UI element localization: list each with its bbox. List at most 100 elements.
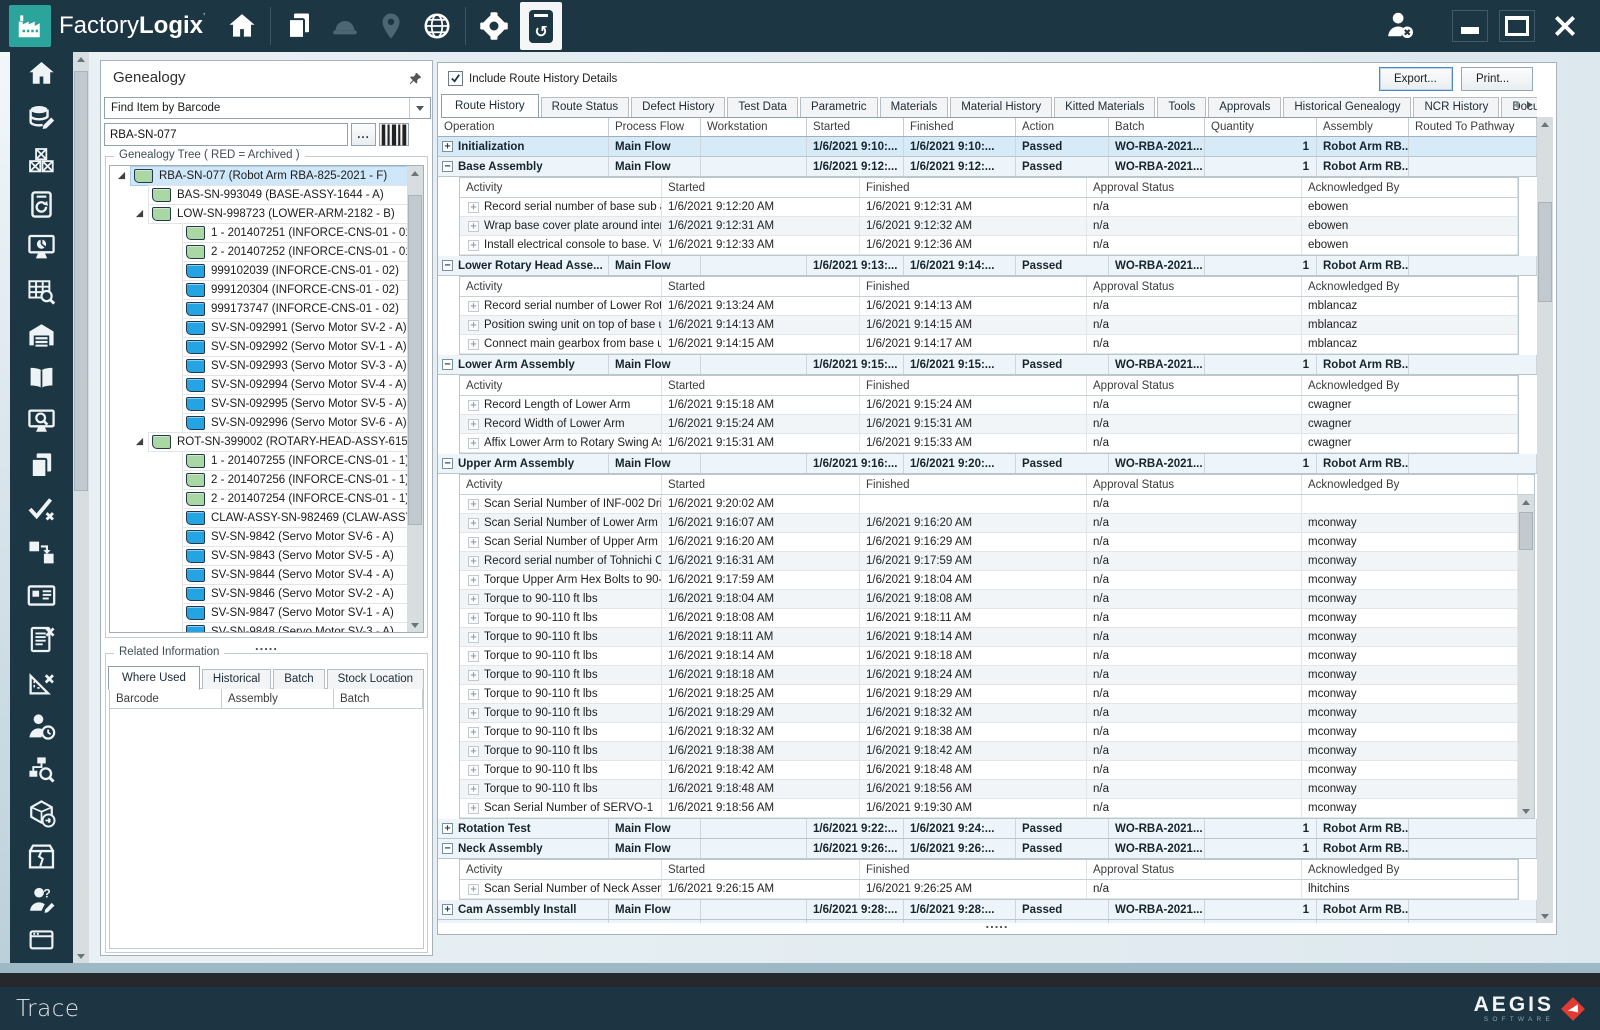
column-header[interactable]: Finished [860,376,1087,395]
column-header[interactable]: Approval Status [1087,860,1302,879]
tree-item[interactable]: 1 - 201407255 (INFORCE-CNS-01 - 1) [110,451,408,471]
sidebar-item-table-search[interactable] [10,270,73,314]
expander-icon[interactable]: + [468,201,479,213]
sidebar-item-trace-history[interactable] [10,183,73,227]
column-header[interactable]: Process Flow [609,117,701,136]
operation-row[interactable]: + Initialization Main Flow 1/6/2021 9:10:..… [438,137,1537,157]
tree-item[interactable]: 2 - 201407252 (INFORCE-CNS-01 - 01) [110,242,408,262]
tab-material-history[interactable]: Material History [950,97,1053,117]
sidebar-item-box-transfer[interactable] [10,531,73,575]
scroll-up-icon[interactable] [1518,495,1534,510]
column-header[interactable]: Started [662,178,860,197]
expander-icon[interactable]: + [468,418,479,430]
activity-row[interactable]: + Record Length of Lower Arm 1/6/2021 9:15… [460,396,1518,415]
tab-scroll-left-icon[interactable] [1514,101,1519,109]
column-header[interactable]: Assembly [222,689,334,708]
sidebar-item-database-edit[interactable] [10,96,73,140]
sidebar-scrollbar[interactable] [73,52,89,963]
tree-item[interactable]: SV-SN-092993 (Servo Motor SV-3 - A) [110,356,408,376]
sidebar-item-home[interactable] [10,52,73,96]
column-header[interactable]: Barcode [110,689,222,708]
sidebar-item-person-edit[interactable]: ? [10,879,73,923]
column-header[interactable]: Started [662,860,860,879]
column-header[interactable]: Batch [1109,117,1205,136]
user-logout-icon[interactable] [1385,10,1415,43]
column-header[interactable]: Finished [860,860,1087,879]
tree-item[interactable]: SV-SN-092995 (Servo Motor SV-5 - A) [110,394,408,414]
expander-icon[interactable]: + [468,726,479,738]
tree-item[interactable]: 2 - 201407254 (INFORCE-CNS-01 - 1) [110,489,408,509]
column-header[interactable]: Acknowledged By [1302,860,1518,879]
sidebar-item-box-arrow[interactable] [10,792,73,836]
column-header[interactable]: Approval Status [1087,277,1302,296]
expander-icon[interactable]: + [468,764,479,776]
tab-defect-history[interactable]: Defect History [631,97,726,117]
tree-item[interactable]: SV-SN-9843 (Servo Motor SV-5 - A) [110,546,408,566]
column-header[interactable]: Activity [460,277,662,296]
barcode-input[interactable] [104,123,348,146]
column-header[interactable]: Started [662,376,860,395]
expander-icon[interactable]: + [442,141,453,152]
tree-item[interactable]: 1 - 201407251 (INFORCE-CNS-01 - 01) [110,223,408,243]
activity-row[interactable]: + Position swing unit on top of base unit… [460,316,1518,335]
sidebar-item-browser-partial[interactable] [10,922,73,963]
location-pin-icon[interactable] [368,0,414,52]
activity-row[interactable]: + Torque to 90-110 ft lbs 1/6/2021 9:18:48… [460,780,1534,799]
globe-icon[interactable] [414,0,460,52]
scroll-down-icon[interactable] [73,948,89,963]
activity-row[interactable]: + Record serial number of base sub asse..… [460,198,1518,217]
sidebar-item-id-card[interactable] [10,574,73,618]
expander-icon[interactable]: + [468,802,479,814]
operation-row[interactable]: + Rotation Test Main Flow 1/6/2021 9:22:...… [438,819,1537,839]
activity-row[interactable]: + Torque to 90-110 ft lbs 1/6/2021 9:18:25… [460,685,1534,704]
expander-icon[interactable]: + [468,707,479,719]
activity-row[interactable]: +Torque Upper Arm Hex Bolts to 90-11...1… [460,571,1534,590]
tree-item[interactable]: SV-SN-9842 (Servo Motor SV-6 - A) [110,527,408,547]
column-header[interactable]: Assembly [1317,117,1409,136]
activity-row[interactable]: + Torque to 90-110 ft lbs 1/6/2021 9:18:42… [460,761,1534,780]
scroll-up-icon[interactable] [407,166,423,181]
expander-icon[interactable]: + [468,593,479,605]
tab-route-history[interactable]: Route History [441,94,539,117]
sidebar-item-clipboard-x[interactable] [10,618,73,662]
tab-historical-genealogy[interactable]: Historical Genealogy [1283,97,1412,117]
splitter-handle[interactable]: ..... [438,917,1556,930]
minimize-button[interactable] [1452,10,1488,42]
scroll-down-icon[interactable] [1518,803,1534,818]
column-header[interactable]: Activity [460,376,662,395]
tab-where-used[interactable]: Where Used [108,666,200,690]
activity-row[interactable]: + Scan Serial Number of Lower Arm 1/6/2021… [460,514,1534,533]
column-header[interactable]: Approval Status [1087,475,1302,494]
column-header[interactable]: Action [1016,117,1109,136]
tree-item[interactable]: SV-SN-092992 (Servo Motor SV-1 - A) [110,337,408,357]
activity-row[interactable]: + Affix Lower Arm to Rotary Swing Asse...… [460,434,1518,453]
expander-icon[interactable]: + [468,239,479,251]
tab-tools[interactable]: Tools [1157,97,1207,117]
column-header[interactable]: Approval Status [1087,376,1302,395]
activity-row[interactable]: + Scan Serial Number of Upper Arm 1/6/2021… [460,533,1534,552]
activity-row[interactable]: + Install electrical console to base. Ver… [460,236,1518,255]
tree-item[interactable]: SV-SN-092996 (Servo Motor SV-6 - A) [110,413,408,433]
include-route-history-checkbox[interactable]: Include Route History Details [448,71,617,86]
tree-item[interactable]: ROT-SN-399002 (ROTARY-HEAD-ASSY-615 - G) [110,432,408,452]
activity-row[interactable]: + Torque to 90-110 ft lbs 1/6/2021 9:18:32… [460,723,1534,742]
activity-row[interactable]: + Torque to 90-110 ft lbs 1/6/2021 9:18:29… [460,704,1534,723]
print-button[interactable]: Print... [1461,67,1533,91]
column-header[interactable]: Acknowledged By [1302,277,1518,296]
column-header[interactable]: Acknowledged By [1302,475,1518,494]
column-header[interactable]: Finished [860,178,1087,197]
expander-icon[interactable]: + [468,669,479,681]
tree-item[interactable]: 2 - 201407256 (INFORCE-CNS-01 - 1) [110,470,408,490]
tree-item[interactable]: 999173747 (INFORCE-CNS-01 - 02) [110,299,408,319]
activity-row[interactable]: + Connect main gearbox from base unit ...… [460,335,1518,354]
expander-icon[interactable]: + [468,517,479,529]
column-header[interactable]: Finished [860,475,1087,494]
activity-row[interactable]: + Record serial number of Lower Rotary ..… [460,297,1518,316]
expander-icon[interactable]: + [468,745,479,757]
column-header[interactable]: Started [662,475,860,494]
expander-icon[interactable]: + [468,631,479,643]
column-header[interactable]: Started [662,277,860,296]
expander-icon[interactable]: − [442,161,453,172]
tab-kitted-materials[interactable]: Kitted Materials [1054,97,1156,117]
tab-stock-location[interactable]: Stock Location [326,669,425,689]
